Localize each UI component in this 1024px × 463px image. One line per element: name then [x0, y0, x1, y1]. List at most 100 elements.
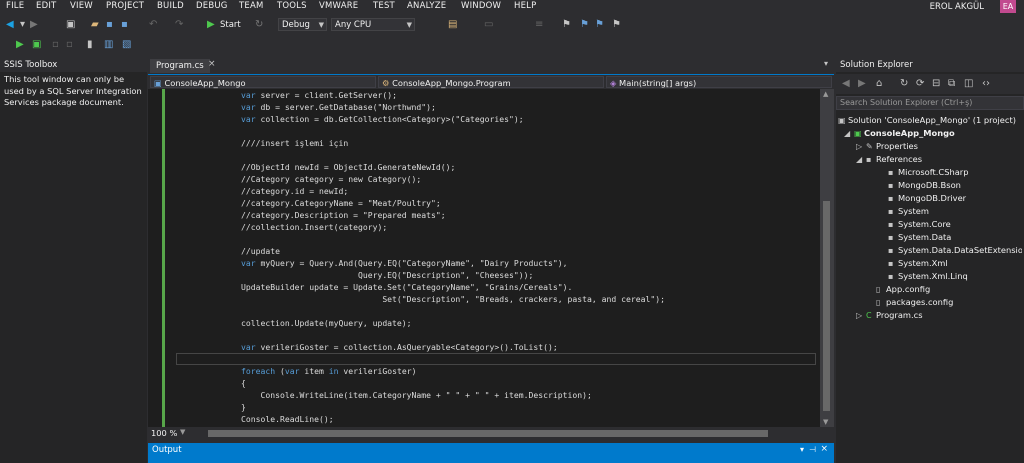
output-title[interactable]: Output	[152, 445, 182, 455]
menu-tools[interactable]: TOOLS	[277, 1, 307, 11]
code-view-icon[interactable]: ‹›	[982, 78, 990, 90]
tree-item-project[interactable]: ◢ ▣ ConsoleApp_Mongo	[844, 127, 955, 140]
refresh-icon[interactable]: ↻	[255, 19, 263, 31]
next-bookmark-icon[interactable]: ⚑	[595, 19, 604, 31]
stop-icon[interactable]: ▫	[66, 39, 73, 51]
menu-file[interactable]: FILE	[6, 1, 24, 11]
bookmark-icon[interactable]: ⚑	[562, 19, 571, 31]
menu-bar: FILE EDIT VIEW PROJECT BUILD DEBUG TEAM …	[0, 0, 1024, 14]
undo-icon[interactable]: ↶	[149, 19, 157, 31]
scroll-thumb[interactable]	[823, 201, 830, 411]
tree-item-reference[interactable]: ▪ System	[888, 205, 929, 218]
menu-view[interactable]: VIEW	[70, 1, 93, 11]
tree-item-references[interactable]: ◢ ▪ References	[856, 153, 922, 166]
menu-vmware[interactable]: VMWARE	[319, 1, 358, 11]
scroll-down-icon[interactable]: ▼	[823, 418, 828, 426]
tree-item-file[interactable]: ▯ packages.config	[876, 296, 953, 309]
expanded-icon: ◢	[844, 129, 851, 138]
back-icon[interactable]: ◀	[842, 78, 850, 90]
forward-icon[interactable]: ▶	[858, 78, 866, 90]
tree-item-reference[interactable]: ▪ System.Data.DataSetExtensions	[888, 244, 1022, 257]
scroll-thumb[interactable]	[208, 430, 768, 437]
prev-bookmark-icon[interactable]: ⚑	[580, 19, 589, 31]
sync-icon[interactable]: ↻	[900, 78, 908, 90]
new-project-icon[interactable]: ▣	[66, 19, 75, 31]
debug-options-icon[interactable]: ▥	[104, 39, 113, 51]
tree-item-reference[interactable]: ▪ System.Core	[888, 218, 951, 231]
pause-icon[interactable]: ▫	[52, 39, 59, 51]
menu-test[interactable]: TEST	[373, 1, 395, 11]
dropdown-icon[interactable]: ▾	[20, 19, 25, 31]
close-icon[interactable]: ×	[208, 59, 216, 69]
chevron-down-icon[interactable]: ▼	[180, 428, 185, 436]
format-icon[interactable]: ≡	[535, 19, 543, 31]
find-icon[interactable]: ▤	[448, 19, 457, 31]
attach-icon[interactable]: ▣	[32, 39, 41, 51]
code-editor[interactable]: var server = client.GetServer(); var db …	[148, 89, 820, 427]
tab-list-icon[interactable]: ▾	[824, 59, 828, 68]
properties-icon[interactable]: ◫	[964, 78, 973, 90]
horizontal-scrollbar[interactable]	[208, 430, 768, 437]
start-button[interactable]: Start	[220, 19, 241, 31]
code-line: Console.WriteLine(item.CategoryName + " …	[241, 390, 592, 400]
forward-icon[interactable]: ▶	[30, 19, 38, 31]
menu-project[interactable]: PROJECT	[106, 1, 144, 11]
tree-item-file[interactable]: ▯ App.config	[876, 283, 930, 296]
home-icon[interactable]: ⌂	[876, 78, 882, 90]
solution-search-input[interactable]: Search Solution Explorer (Ctrl+ş)	[836, 96, 1024, 110]
tree-item-reference[interactable]: ▪ System.Xml.Linq	[888, 270, 968, 283]
vertical-scrollbar[interactable]: ▲ ▼	[820, 89, 834, 427]
run-icon[interactable]: ▶	[16, 39, 24, 51]
menu-debug[interactable]: DEBUG	[196, 1, 228, 11]
copy-icon[interactable]: ⧉	[948, 78, 955, 90]
configuration-select[interactable]: Debug ▼	[278, 18, 327, 31]
solution-explorer-title[interactable]: Solution Explorer	[836, 58, 1024, 72]
tree-item-reference[interactable]: ▪ Microsoft.CSharp	[888, 166, 968, 179]
open-folder-icon[interactable]: ▰	[91, 19, 99, 31]
menu-analyze[interactable]: ANALYZE	[407, 1, 446, 11]
tree-item-label: Properties	[876, 141, 918, 151]
close-icon[interactable]: ×	[820, 444, 828, 454]
member-dropdown[interactable]: ◈ Main(string[] args)	[606, 76, 832, 88]
ssis-toolbox-title[interactable]: SSIS Toolbox	[0, 58, 147, 72]
save-all-icon[interactable]: ▪	[121, 19, 128, 31]
start-icon[interactable]: ▶	[207, 19, 215, 31]
chevron-down-icon[interactable]: ▾	[800, 445, 804, 454]
collapse-icon[interactable]: ⊟	[932, 78, 940, 90]
menu-build[interactable]: BUILD	[157, 1, 184, 11]
project-dropdown[interactable]: ▣ ConsoleApp_Mongo	[150, 76, 376, 88]
tree-item-reference[interactable]: ▪ MongoDB.Bson	[888, 179, 961, 192]
menu-window[interactable]: WINDOW	[461, 1, 501, 11]
tree-item-reference[interactable]: ▪ System.Data	[888, 231, 951, 244]
back-icon[interactable]: ◀	[6, 19, 14, 31]
configuration-value: Debug	[282, 20, 310, 30]
reference-icon: ▪	[888, 168, 894, 177]
tree-item-file[interactable]: ▷ C Program.cs	[856, 309, 923, 322]
menu-help[interactable]: HELP	[514, 1, 536, 11]
tree-item-properties[interactable]: ▷ ✎ Properties	[856, 140, 918, 153]
clear-bookmark-icon[interactable]: ⚑	[612, 19, 621, 31]
references-icon: ▪	[866, 155, 872, 164]
tab-program-cs[interactable]: Program.cs	[150, 59, 210, 73]
comment-icon[interactable]: ▭	[484, 19, 493, 31]
editor-tab-strip: Program.cs × ▾	[148, 58, 834, 74]
windows-icon[interactable]: ▧	[122, 39, 131, 51]
code-line: foreach (var item in verileriGoster)	[241, 366, 417, 376]
user-name[interactable]: EROL AKGÜL	[930, 2, 984, 12]
refresh-icon[interactable]: ⟳	[916, 78, 924, 90]
save-icon[interactable]: ▪	[106, 19, 113, 31]
tree-item-solution[interactable]: ▣ Solution 'ConsoleApp_Mongo' (1 project)	[838, 114, 1016, 127]
avatar[interactable]: EA	[1000, 0, 1016, 13]
redo-icon[interactable]: ↷	[175, 19, 183, 31]
class-dropdown[interactable]: ⚙ ConsoleApp_Mongo.Program	[378, 76, 604, 88]
member-dropdown-value: Main(string[] args)	[619, 78, 697, 88]
platform-select[interactable]: Any CPU ▼	[331, 18, 415, 31]
zoom-level[interactable]: 100 %	[151, 428, 177, 438]
tree-item-reference[interactable]: ▪ System.Xml	[888, 257, 948, 270]
pin-icon[interactable]: ⊣	[809, 445, 816, 454]
tree-item-reference[interactable]: ▪ MongoDB.Driver	[888, 192, 966, 205]
step-icon[interactable]: ▮	[87, 39, 93, 51]
menu-edit[interactable]: EDIT	[36, 1, 56, 11]
scroll-up-icon[interactable]: ▲	[823, 90, 828, 98]
menu-team[interactable]: TEAM	[239, 1, 264, 11]
